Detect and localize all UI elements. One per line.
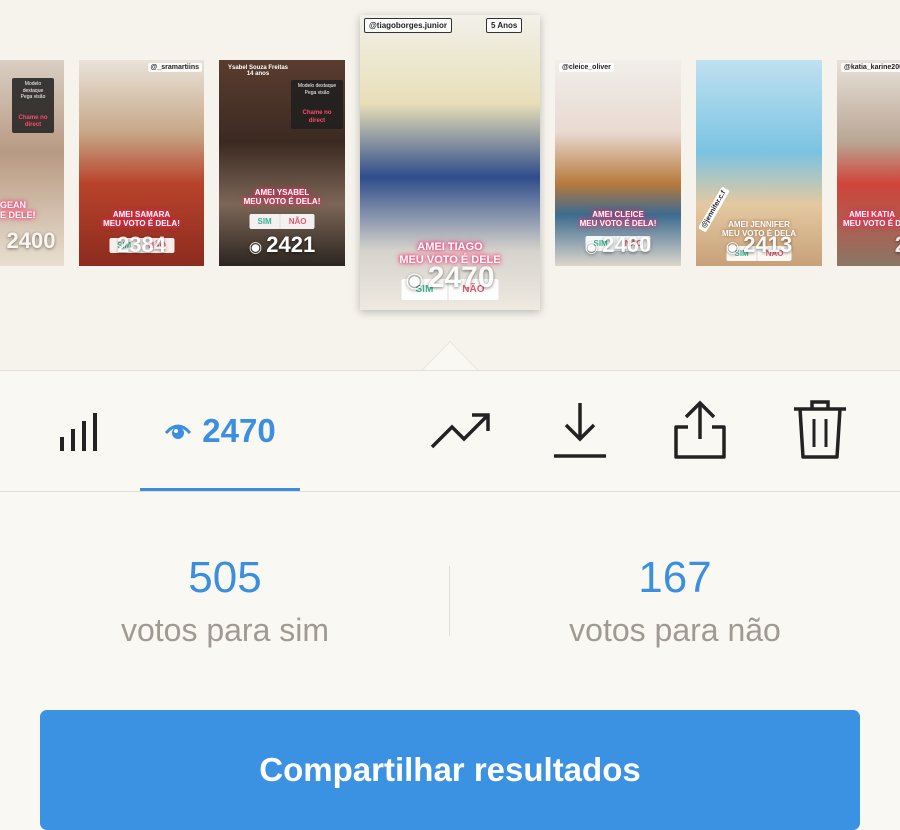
note-red: Chame no direct — [18, 114, 48, 129]
story-views: ◉ 2460 — [555, 232, 681, 258]
result-no: 167 votos para não — [450, 550, 900, 649]
story-views-value: 2384 — [117, 232, 166, 257]
eye-icon: ◉ — [405, 269, 424, 292]
story-handle: @cleice_oliver — [559, 63, 614, 72]
poll-yes: SIM — [257, 217, 272, 226]
story-note: Modelo destaque Pega visão Chame no dire… — [12, 78, 54, 134]
story-thumbnail[interactable]: Ysabel Souza Freitas 14 anos Modelo dest… — [219, 60, 345, 266]
result-yes: 505 votos para sim — [0, 550, 450, 649]
story-caption: AMEI YSABEL MEU VOTO É DELA! — [243, 188, 321, 207]
yes-label: votos para sim — [120, 612, 330, 648]
story-views-value: 2470 — [427, 261, 495, 294]
eye-icon: ◉ — [248, 239, 263, 256]
trending-icon[interactable] — [430, 407, 492, 455]
eye-icon: ◉ — [725, 239, 740, 256]
toolbar-divider — [0, 491, 900, 492]
toolbar: 2470 — [0, 371, 900, 491]
story-views: 2384 — [79, 232, 204, 258]
story-caption: AMEI KATIA MEU VOTO É D — [842, 210, 900, 229]
story-caption: AMEI CLEICE MEU VOTO É DELA! — [579, 210, 657, 229]
yes-count: 505 — [188, 553, 262, 602]
selection-pointer — [422, 342, 478, 371]
trash-icon[interactable] — [792, 399, 848, 461]
poll-no: NÃO — [279, 214, 315, 229]
story-thumbnail[interactable]: @jennifer.c.f AMEI JENNIFER MEU VOTO É D… — [696, 60, 822, 266]
story-views: 2400 — [0, 228, 64, 254]
story-age: 5 Anos — [486, 18, 523, 33]
story-views: 2 — [837, 232, 900, 258]
story-handle: @tiagoborges.junior — [364, 18, 453, 33]
story-thumbnail-selected[interactable]: @tiagoborges.junior 5 Anos AMEI TIAGO ME… — [360, 15, 540, 310]
story-caption: AMEI SAMARA MEU VOTO É DELA! — [103, 210, 180, 229]
no-label: votos para não — [569, 612, 781, 648]
note-title: Modelo destaque Pega visão — [20, 81, 46, 100]
story-views-value: 2 — [895, 232, 900, 257]
poll-sticker: SIM NÃO — [249, 214, 315, 229]
story-strip: Modelo destaque Pega visão Chame no dire… — [0, 0, 900, 371]
story-note: Modelo destaque Pega visão Chame no dire… — [291, 80, 343, 129]
story-handle: Ysabel Souza Freitas 14 anos — [228, 65, 289, 77]
eye-icon — [164, 421, 192, 441]
story-thumbnail[interactable]: @katia_karine2009 AMEI KATIA MEU VOTO É … — [837, 60, 900, 266]
story-views-value: 2400 — [6, 228, 56, 253]
download-icon[interactable] — [552, 401, 608, 461]
note-title: Modelo destaque Pega visão — [297, 83, 337, 96]
story-views-value: 2460 — [602, 232, 652, 257]
story-views: ◉ 2413 — [696, 232, 822, 258]
no-count: 167 — [638, 553, 712, 602]
story-handle: @_sramartiins — [147, 63, 202, 72]
bar-chart-icon[interactable] — [58, 409, 102, 453]
story-views: ◉ 2421 — [219, 232, 345, 258]
story-thumbnail[interactable]: Modelo destaque Pega visão Chame no dire… — [0, 60, 64, 266]
story-handle: @katia_karine2009 — [841, 63, 900, 72]
story-views-value: 2413 — [743, 232, 793, 257]
share-icon[interactable] — [672, 399, 728, 461]
story-thumbnail[interactable]: @_sramartiins AMEI SAMARA MEU VOTO É DEL… — [79, 60, 204, 266]
story-caption: GEAN E DELE! — [0, 200, 36, 221]
tab-viewers[interactable]: 2470 — [140, 371, 300, 491]
story-views: ◉ 2470 — [360, 261, 540, 295]
eye-icon: ◉ — [584, 239, 599, 256]
story-thumbnail[interactable]: @cleice_oliver AMEI CLEICE MEU VOTO É DE… — [555, 60, 681, 266]
note-red: Chame no direct — [302, 110, 332, 124]
story-views-value: 2421 — [266, 232, 316, 257]
share-results-button[interactable]: Compartilhar resultados — [40, 710, 860, 830]
views-count: 2470 — [202, 412, 276, 449]
